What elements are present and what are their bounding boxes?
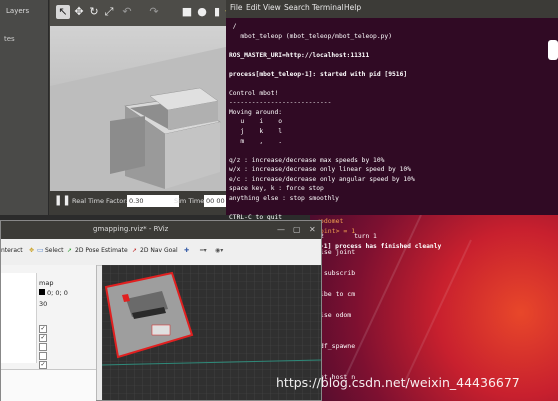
tool-interact[interactable]: nteract — [1, 247, 23, 254]
translate-icon[interactable]: ✥ — [72, 5, 86, 19]
fixed-frame-value[interactable]: map — [39, 279, 53, 287]
tool-2d-pose-estimate[interactable]: 2D Pose Estimate — [75, 247, 128, 254]
terminal-scroll-thumb[interactable] — [548, 40, 558, 60]
menu-search[interactable]: Search — [284, 3, 310, 12]
display-checkbox[interactable]: ✓ — [39, 361, 47, 369]
display-checkbox[interactable]: ✓ — [39, 334, 47, 342]
rotate-icon[interactable]: ↻ — [87, 5, 101, 19]
move-camera-icon[interactable]: ✥ — [29, 247, 34, 254]
terminal-window[interactable]: File Edit View Search Terminal Help / mb… — [226, 0, 558, 250]
displays-tree — [1, 273, 37, 363]
gazebo-world-render — [50, 46, 230, 191]
terminal-line: process[mbot_teleop-1]: started with pid… — [229, 70, 408, 78]
select-icon[interactable]: ▭ — [37, 246, 44, 254]
rviz-titlebar[interactable]: gmapping.rviz* - RViz — ▢ ✕ — [1, 221, 321, 239]
terminal-output: / mbot_teleop (mbot_teleop/mbot_teleop.p… — [229, 22, 549, 251]
terminal-line: / — [229, 23, 237, 30]
gazebo-3d-scene[interactable] — [50, 26, 230, 191]
background-color-text: 0; 0; 0 — [47, 289, 68, 297]
zoom-icon[interactable]: ✚ — [184, 247, 189, 254]
background-color-value[interactable]: 0; 0; 0 — [39, 289, 68, 297]
terminal-line: q/z : increase/decrease max speeds by 10… — [229, 156, 385, 164]
menu-file[interactable]: File — [230, 3, 243, 12]
frame-rate-value[interactable]: 30 — [39, 300, 47, 308]
real-time-factor-label: Real Time Factor: — [72, 197, 129, 205]
display-checkbox[interactable] — [39, 343, 47, 351]
tool-2d-nav-goal[interactable]: 2D Nav Goal — [140, 247, 178, 254]
terminal-menubar: File Edit View Search Terminal Help — [226, 0, 558, 18]
display-checkbox[interactable]: ✓ — [39, 325, 47, 333]
terminal-line: u i o — [229, 118, 283, 126]
real-time-factor-value: 0.30 — [127, 195, 179, 207]
terminal-line: e/c : increase/decrease only angular spe… — [229, 175, 415, 183]
terminal-line: m , . — [229, 137, 283, 145]
gazebo-toolbar: ↖ ✥ ↻ ⤢ ↶ ↷ ■ ● ▮ ☀ — [50, 0, 234, 27]
minimize-icon[interactable]: — — [277, 225, 285, 234]
watermark-text: https://blog.csdn.net/weixin_44436677 — [276, 375, 520, 390]
pause-icon[interactable]: ❚❚ — [54, 195, 71, 206]
terminal-line: space key, k : force stop — [229, 185, 324, 193]
sim-time-label: Sim Time: — [174, 197, 207, 205]
gazebo-status-bar: ❚❚ Real Time Factor: 0.30 Sim Time: 00 0… — [50, 191, 232, 215]
layers-tab[interactable]: Layers — [2, 4, 48, 18]
side-panel-text: tes — [4, 35, 15, 43]
terminal-line: Moving around: — [229, 108, 283, 116]
scale-icon[interactable]: ⤢ — [102, 5, 116, 19]
tool-select[interactable]: Select — [45, 247, 64, 254]
box-shape-icon[interactable]: ■ — [180, 5, 194, 19]
display-checkbox[interactable] — [39, 352, 47, 360]
views-panel — [1, 369, 96, 401]
terminal-line: j k l — [229, 128, 283, 136]
maximize-icon[interactable]: ▢ — [293, 225, 301, 234]
gazebo-window: Layers tes ↖ ✥ ↻ ⤢ ↶ ↷ ■ ● ▮ ☀ ❚❚ Real T… — [0, 0, 234, 215]
minus-icon[interactable]: ━▾ — [200, 247, 207, 254]
menu-help[interactable]: Help — [344, 3, 361, 12]
nav-goal-icon[interactable]: ➚ — [132, 247, 137, 254]
rviz-toolbar: nteract ✥ ▭ Select ➚ 2D Pose Estimate ➚ … — [1, 239, 321, 266]
redo-icon[interactable]: ↷ — [147, 5, 161, 19]
terminal-line: anything else : stop smoothly — [229, 194, 339, 202]
close-icon[interactable]: ✕ — [309, 225, 316, 234]
window-title: gmapping.rviz* - RViz — [93, 225, 169, 233]
rviz-window: gmapping.rviz* - RViz — ▢ ✕ nteract ✥ ▭ … — [0, 220, 322, 401]
select-arrow-icon[interactable]: ↖ — [56, 5, 70, 19]
undo-icon[interactable]: ↶ — [120, 5, 134, 19]
sphere-shape-icon[interactable]: ● — [195, 5, 209, 19]
gazebo-side-panel: Layers tes — [0, 0, 49, 215]
terminal-line: Control mbot! — [229, 89, 279, 97]
color-swatch — [39, 289, 45, 295]
menu-terminal[interactable]: Terminal — [312, 3, 344, 12]
menu-view[interactable]: View — [263, 3, 281, 12]
displays-panel: map 0; 0; 0 30 ✓ ✓ ✓ — [1, 265, 97, 401]
pose-estimate-icon[interactable]: ➚ — [67, 247, 72, 254]
terminal-line: --------------------------- — [229, 99, 332, 107]
terminal-line: w/x : increase/decrease only linear spee… — [229, 166, 411, 174]
eye-icon[interactable]: ◉▾ — [215, 247, 223, 254]
menu-edit[interactable]: Edit — [246, 3, 261, 12]
terminal-line: mbot_teleop (mbot_teleop/mbot_teleop.py) — [229, 32, 393, 40]
terminal-line: ROS_MASTER_URI=http://localhost:11311 — [229, 51, 370, 59]
